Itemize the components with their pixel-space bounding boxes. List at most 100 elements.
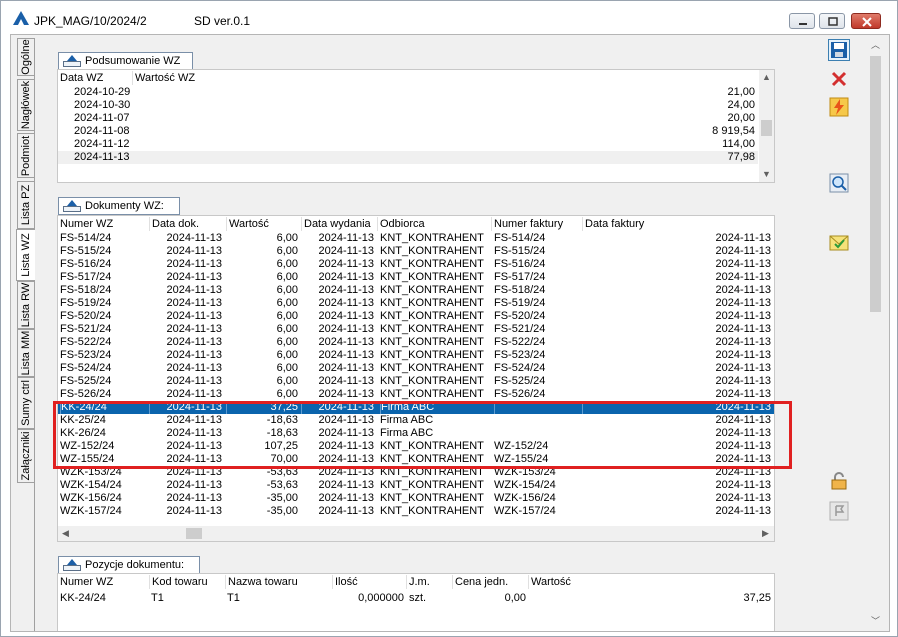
lightning-icon: [829, 97, 849, 117]
maximize-icon: [828, 17, 838, 26]
scroll-down-icon[interactable]: ▼: [759, 167, 774, 182]
table-row[interactable]: WZK-156/24 2024-11-13 -35,00 2024-11-13 KNT_…: [58, 492, 774, 505]
table-row[interactable]: FS-517/24 2024-11-13 6,00 2024-11-13 KNT_KON…: [58, 271, 774, 284]
summary-row[interactable]: 2024-10-30 24,00: [58, 99, 758, 112]
documents-hscroll-thumb[interactable]: [186, 528, 202, 539]
doc-date: 2024-11-13: [166, 362, 222, 374]
col-jm[interactable]: J.m.: [406, 575, 452, 589]
summary-date: 2024-10-30: [74, 99, 131, 111]
col-data-wydania[interactable]: Data wydania: [301, 217, 377, 231]
doc-date: 2024-11-13: [166, 336, 222, 348]
side-tab-lista-rw[interactable]: Lista RW: [17, 281, 34, 329]
side-tab-label: Lista PZ: [20, 184, 32, 226]
col-pos-numer-wz[interactable]: Numer WZ: [58, 575, 149, 589]
collapse-up-icon[interactable]: [63, 200, 81, 212]
table-row[interactable]: FS-524/24 2024-11-13 6,00 2024-11-13 KNT_KON…: [58, 362, 774, 375]
side-tab-nagłówek[interactable]: Nagłówek: [17, 79, 34, 131]
table-row[interactable]: FS-525/24 2024-11-13 6,00 2024-11-13 KNT_KON…: [58, 375, 774, 388]
col-data-dok[interactable]: Data dok.: [149, 217, 226, 231]
documents-section-title: Dokumenty WZ:: [85, 200, 164, 212]
col-odbiorca[interactable]: Odbiorca: [377, 217, 491, 231]
send-button[interactable]: [829, 233, 851, 255]
summary-row[interactable]: 2024-11-07 20,00: [58, 112, 758, 125]
col-nazwa-towaru[interactable]: Nazwa towaru: [225, 575, 332, 589]
doc-value: 6,00: [276, 271, 298, 283]
invoice-number: WZK-154/24: [494, 479, 556, 491]
issue-date: 2024-11-13: [318, 388, 374, 400]
side-tab-lista-mm[interactable]: Lista MM: [17, 329, 34, 377]
table-row[interactable]: FS-516/24 2024-11-13 6,00 2024-11-13 KNT_KON…: [58, 258, 774, 271]
positions-section-title: Pozycje dokumentu:: [85, 559, 185, 571]
table-row[interactable]: WZK-157/24 2024-11-13 -35,00 2024-11-13 KNT_…: [58, 505, 774, 518]
issue-date: 2024-11-13: [318, 271, 374, 283]
minimize-button[interactable]: [789, 13, 815, 29]
save-button[interactable]: [828, 39, 850, 61]
col-wartosc-wz[interactable]: Wartość WZ: [132, 71, 252, 85]
close-button[interactable]: [851, 13, 881, 29]
table-row[interactable]: FS-521/24 2024-11-13 6,00 2024-11-13 KNT_KON…: [58, 323, 774, 336]
side-tab-lista-pz[interactable]: Lista PZ: [17, 181, 34, 229]
scroll-left-icon[interactable]: ◀: [58, 526, 73, 541]
col-ilosc[interactable]: Ilość: [332, 575, 406, 589]
main-vscroll[interactable]: ︿ ﹀: [867, 38, 884, 631]
collapse-up-icon[interactable]: [63, 559, 81, 571]
invoice-number: FS-519/24: [494, 297, 546, 309]
table-row[interactable]: FS-519/24 2024-11-13 6,00 2024-11-13 KNT_KON…: [58, 297, 774, 310]
invoice-date: 2024-11-13: [715, 336, 771, 348]
pos-doc-number: KK-24/24: [60, 592, 106, 604]
side-tab-podmiot[interactable]: Podmiot: [17, 133, 34, 178]
flag-button[interactable]: [829, 501, 851, 523]
scroll-up-icon[interactable]: ︿: [868, 38, 883, 53]
summary-vscroll[interactable]: ▲ ▼: [759, 70, 774, 182]
main-scroll-thumb[interactable]: [870, 56, 881, 312]
doc-number: FS-522/24: [60, 336, 112, 348]
recipient: KNT_KONTRAHENT: [380, 362, 484, 374]
col-wartosc[interactable]: Wartość: [226, 217, 301, 231]
table-row[interactable]: FS-520/24 2024-11-13 6,00 2024-11-13 KNT_KON…: [58, 310, 774, 323]
scroll-down-icon[interactable]: ﹀: [868, 614, 883, 629]
position-row[interactable]: KK-24/24 T1 T1 0,000000 szt. 0,00 37,25: [58, 592, 774, 605]
collapse-up-icon[interactable]: [63, 55, 81, 67]
issue-date: 2024-11-13: [318, 297, 374, 309]
table-row[interactable]: FS-518/24 2024-11-13 6,00 2024-11-13 KNT_KON…: [58, 284, 774, 297]
table-row[interactable]: FS-523/24 2024-11-13 6,00 2024-11-13 KNT_KON…: [58, 349, 774, 362]
doc-value: 6,00: [276, 297, 298, 309]
summary-date: 2024-11-12: [74, 138, 130, 150]
table-row[interactable]: FS-514/24 2024-11-13 6,00 2024-11-13 KNT_KON…: [58, 232, 774, 245]
summary-scroll-thumb[interactable]: [761, 120, 772, 136]
side-tab-ogólne[interactable]: Ogólne: [17, 38, 34, 76]
table-row[interactable]: FS-522/24 2024-11-13 6,00 2024-11-13 KNT_KON…: [58, 336, 774, 349]
col-data-wz[interactable]: Data WZ: [58, 71, 132, 85]
side-tab-załączniki[interactable]: Załączniki: [17, 429, 34, 483]
version-label: SD ver.0.1: [194, 14, 251, 28]
side-tab-lista-wz[interactable]: Lista WZ: [16, 229, 35, 281]
col-cena-jedn[interactable]: Cena jedn.: [452, 575, 528, 589]
lock-button[interactable]: [829, 471, 851, 493]
table-row[interactable]: FS-515/24 2024-11-13 6,00 2024-11-13 KNT_KON…: [58, 245, 774, 258]
recipient: KNT_KONTRAHENT: [380, 349, 484, 361]
table-row[interactable]: WZK-154/24 2024-11-13 -53,63 2024-11-13 KNT_…: [58, 479, 774, 492]
col-data-faktury[interactable]: Data faktury: [582, 217, 774, 231]
doc-value: 6,00: [276, 388, 298, 400]
summary-row[interactable]: 2024-10-29 21,00: [58, 86, 758, 99]
table-row[interactable]: FS-526/24 2024-11-13 6,00 2024-11-13 KNT_KON…: [58, 388, 774, 401]
maximize-button[interactable]: [819, 13, 845, 29]
side-tab-sumy-ctrl[interactable]: Sumy ctrl: [17, 377, 34, 429]
summary-row[interactable]: 2024-11-12 114,00: [58, 138, 758, 151]
col-numer-faktury[interactable]: Numer faktury: [491, 217, 582, 231]
delete-button[interactable]: [829, 69, 851, 91]
execute-button[interactable]: [829, 97, 851, 119]
col-kod-towaru[interactable]: Kod towaru: [149, 575, 225, 589]
col-numer-wz[interactable]: Numer WZ: [58, 217, 149, 231]
invoice-date: 2024-11-13: [715, 271, 771, 283]
summary-row[interactable]: 2024-11-13 77,98: [58, 151, 758, 164]
unit: szt.: [409, 592, 427, 604]
preview-button[interactable]: [829, 173, 851, 195]
summary-row[interactable]: 2024-11-08 8 919,54: [58, 125, 758, 138]
scroll-right-icon[interactable]: ▶: [758, 526, 773, 541]
side-tab-label: Lista RW: [20, 282, 32, 328]
scroll-up-icon[interactable]: ▲: [759, 70, 774, 85]
documents-hscroll[interactable]: ◀ ▶: [58, 526, 774, 541]
col-pos-wartosc[interactable]: Wartość: [528, 575, 774, 589]
summary-date: 2024-11-07: [74, 112, 130, 124]
